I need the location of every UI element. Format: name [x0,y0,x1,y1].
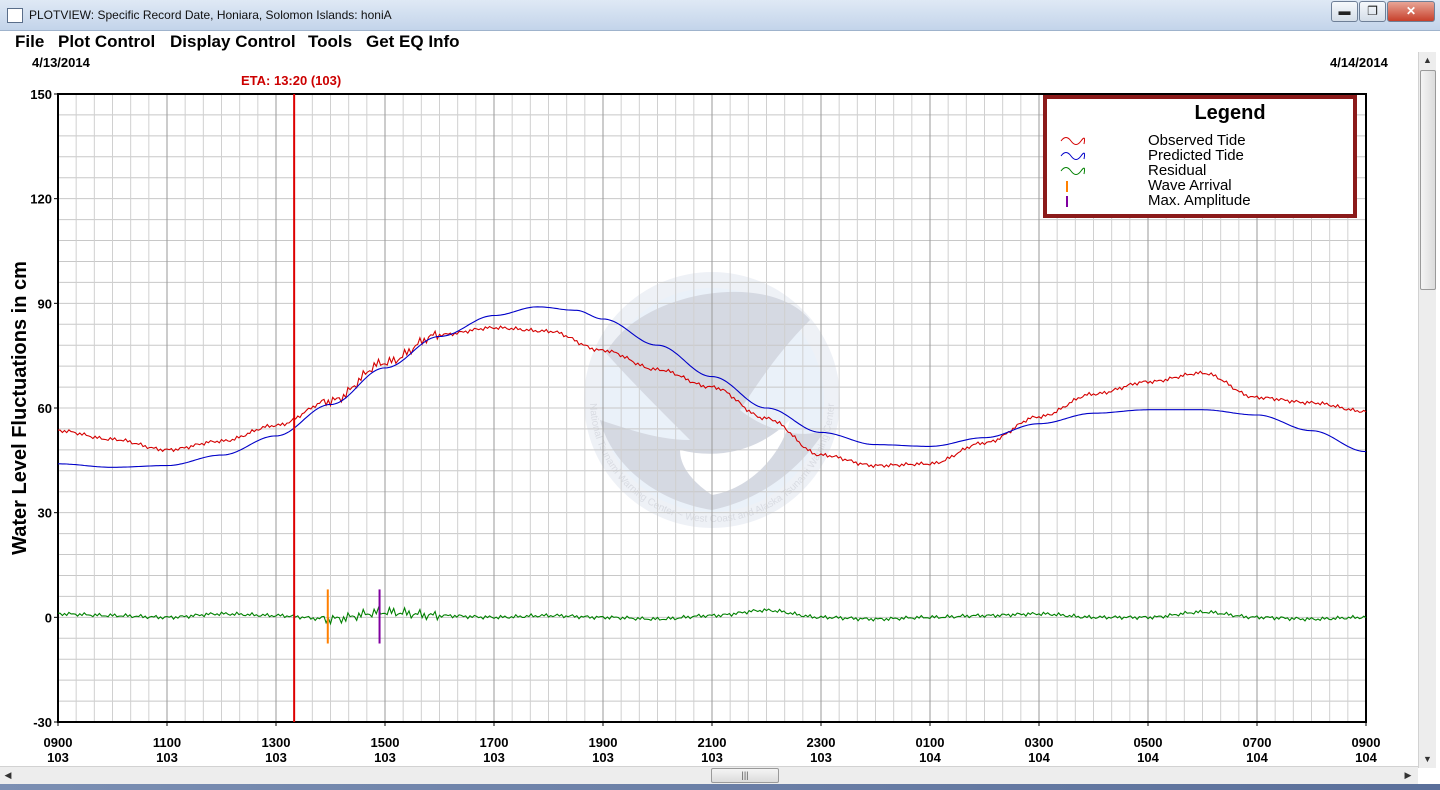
scroll-left-arrow-icon[interactable]: ◀ [0,767,16,784]
x-tick-time-label: 1900 [589,735,618,750]
x-tick-time-label: 0500 [1134,735,1163,750]
x-tick-day-label: 104 [919,750,941,765]
scroll-up-arrow-icon[interactable]: ▲ [1419,52,1436,68]
x-tick-time-label: 0300 [1025,735,1054,750]
x-tick-time-label: 0900 [44,735,73,750]
scroll-right-arrow-icon[interactable]: ▶ [1400,767,1416,784]
x-tick-day-label: 103 [156,750,178,765]
tide-chart: National Tsunami Warning Center ~ West C… [9,87,1381,765]
taskbar-strip [0,784,1440,790]
y-tick-label: 0 [45,610,52,625]
y-tick-label: 150 [30,87,52,102]
x-tick-day-label: 104 [1028,750,1050,765]
window-title: PLOTVIEW: Specific Record Date, Honiara,… [29,8,392,22]
x-tick-time-label: 2300 [807,735,836,750]
menu-file[interactable]: File [15,32,44,52]
y-tick-label: 120 [30,192,52,207]
x-tick-day-label: 103 [47,750,69,765]
x-tick-day-label: 104 [1137,750,1159,765]
x-axis: 0900103110010313001031500103170010319001… [44,722,1381,765]
horizontal-scrollbar[interactable]: ◀ ||| ▶ [0,766,1418,784]
menu-plot-control[interactable]: Plot Control [58,32,155,52]
legend: Legend Observed TidePredicted TideResidu… [1043,95,1357,218]
menu-bar: File Plot Control Display Control Tools … [0,31,1440,52]
x-tick-time-label: 1700 [480,735,509,750]
y-axis-label: Water Level Fluctuations in cm [9,261,31,555]
x-tick-day-label: 103 [374,750,396,765]
maximize-button[interactable]: ❐ [1359,1,1386,22]
x-tick-day-label: 103 [810,750,832,765]
y-tick-label: 30 [38,506,52,521]
vertical-scroll-thumb[interactable] [1420,70,1436,290]
window-titlebar[interactable]: PLOTVIEW: Specific Record Date, Honiara,… [0,0,1440,31]
x-tick-time-label: 1300 [262,735,291,750]
x-tick-day-label: 103 [483,750,505,765]
close-button[interactable]: ✕ [1387,1,1435,22]
scroll-down-arrow-icon[interactable]: ▼ [1419,751,1436,767]
x-tick-day-label: 104 [1355,750,1377,765]
x-tick-day-label: 103 [701,750,723,765]
x-tick-time-label: 2100 [698,735,727,750]
minimize-button[interactable]: ▬ [1331,1,1358,22]
y-tick-label: 90 [38,296,52,311]
x-tick-day-label: 104 [1246,750,1268,765]
app-icon [7,8,23,23]
x-tick-time-label: 0700 [1243,735,1272,750]
menu-get-eq-info[interactable]: Get EQ Info [366,32,460,52]
x-tick-time-label: 1100 [153,735,181,750]
legend-title: Legend [1194,102,1265,124]
x-tick-time-label: 1500 [371,735,400,750]
y-tick-label: 60 [38,401,52,416]
menu-display-control[interactable]: Display Control [170,32,296,52]
x-tick-day-label: 103 [265,750,287,765]
x-tick-day-label: 103 [592,750,614,765]
x-tick-time-label: 0900 [1352,735,1381,750]
y-axis: 150 120 90 60 30 0 -30 [30,87,58,730]
vertical-scrollbar[interactable]: ▲ ▼ [1418,52,1436,768]
x-tick-time-label: 0100 [916,735,945,750]
horizontal-scroll-thumb[interactable]: ||| [711,768,779,783]
menu-tools[interactable]: Tools [308,32,352,52]
legend-item-label: Max. Amplitude [1148,192,1251,209]
y-tick-label: -30 [33,715,52,730]
